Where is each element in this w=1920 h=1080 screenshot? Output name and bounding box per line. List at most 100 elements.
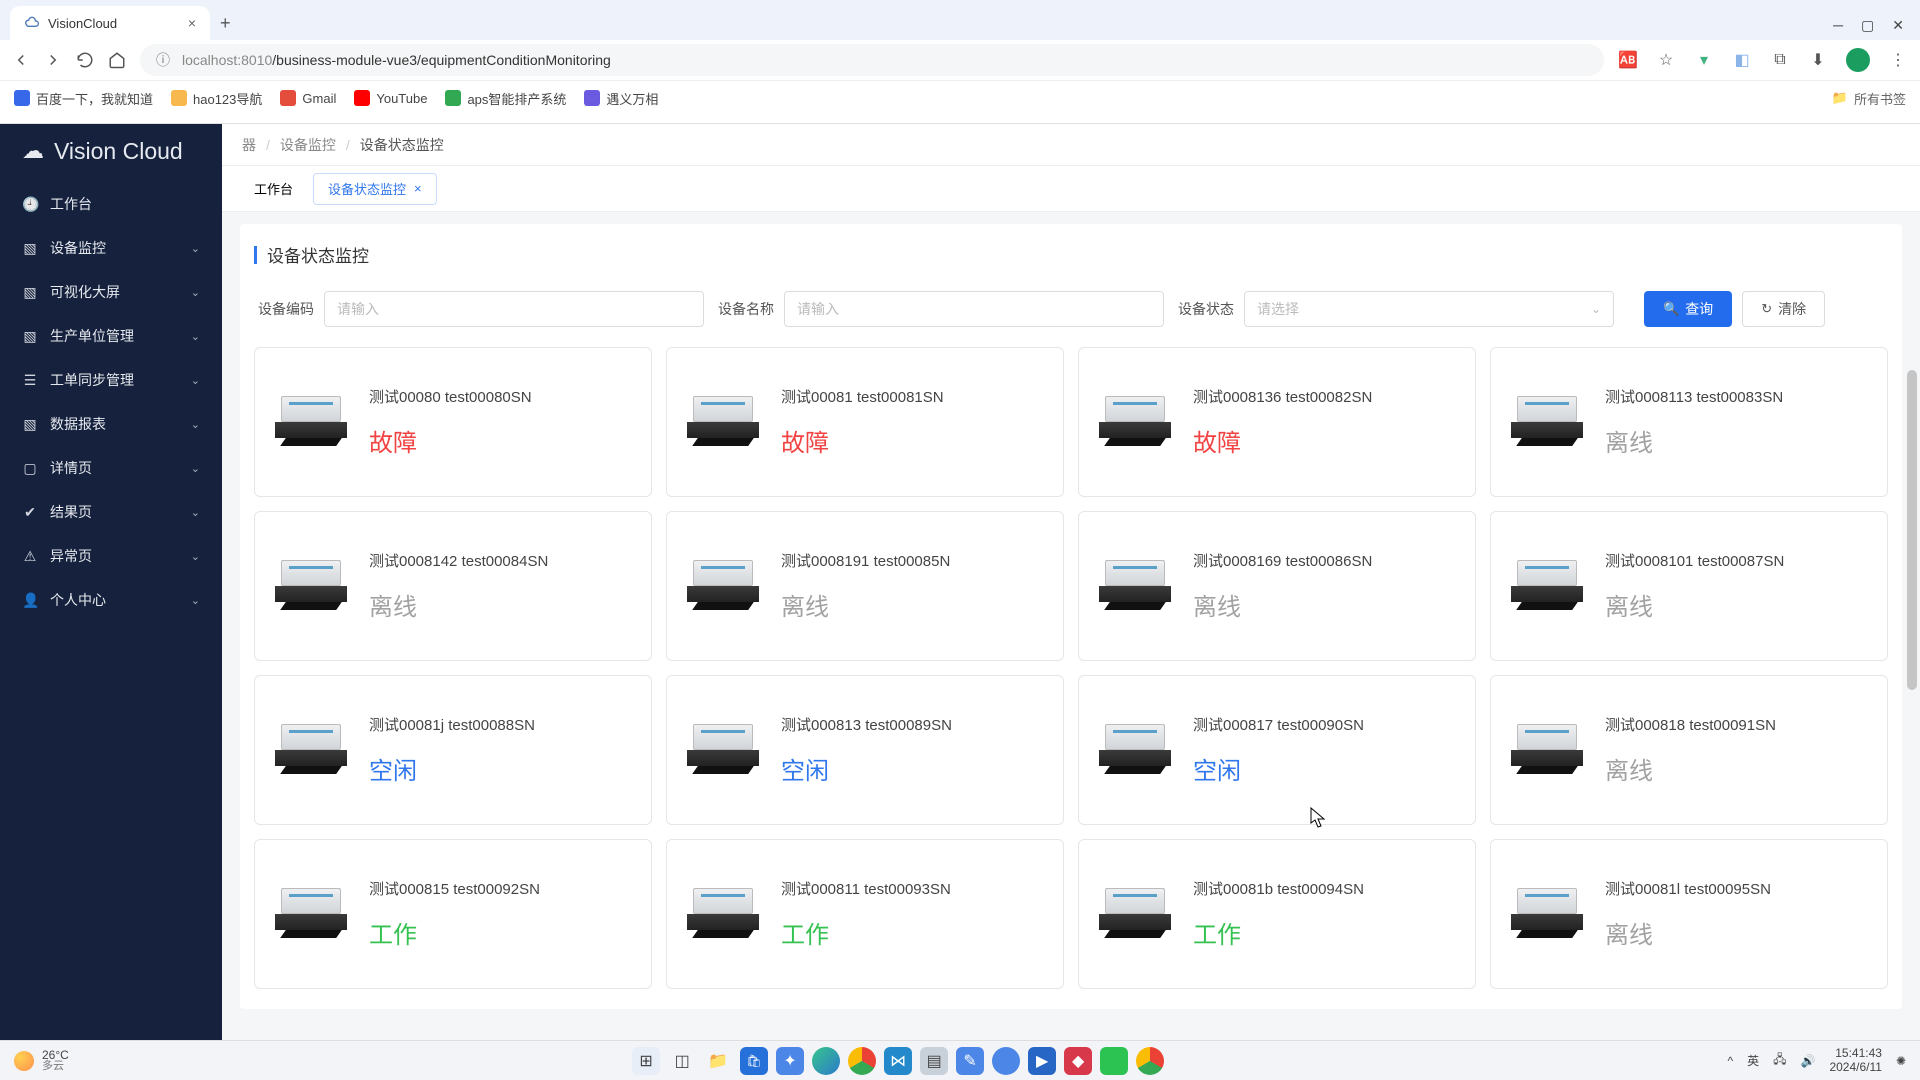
profile-avatar[interactable] <box>1846 48 1870 72</box>
site-info-icon[interactable]: ⓘ <box>154 51 172 69</box>
device-card[interactable]: 测试0008169 test00086SN 离线 <box>1078 511 1476 661</box>
breadcrumb-item[interactable]: 器 <box>242 135 256 155</box>
chrome2-icon[interactable] <box>1136 1047 1164 1075</box>
window-maximize-icon[interactable]: ▢ <box>1861 17 1874 34</box>
app5-icon[interactable]: ◆ <box>1064 1047 1092 1075</box>
tray-chevron-icon[interactable]: ^ <box>1727 1054 1733 1068</box>
device-card[interactable]: 测试00081b test00094SN 工作 <box>1078 839 1476 989</box>
store-icon[interactable]: 🛍 <box>740 1047 768 1075</box>
sidebar-item-label: 生产单位管理 <box>50 326 134 346</box>
bookmark-aps[interactable]: aps智能排产系统 <box>445 89 566 108</box>
taskbar-apps: ⊞ ◫ 📁 🛍 ✦ ⋈ ▤ ✎ ▶ ◆ <box>69 1047 1728 1075</box>
sidebar-item[interactable]: 👤 个人中心 ⌄ <box>0 578 222 622</box>
forward-icon[interactable] <box>44 51 62 69</box>
device-card[interactable]: 测试0008136 test00082SN 故障 <box>1078 347 1476 497</box>
main-panel: 设备状态监控 设备编码 设备名称 设备状态 请选择 ⌄ 🔍 查询 <box>240 224 1902 1009</box>
sidebar-item[interactable]: 🕘 工作台 <box>0 182 222 226</box>
device-card[interactable]: 测试00080 test00080SN 故障 <box>254 347 652 497</box>
sidebar-item-label: 数据报表 <box>50 414 106 434</box>
app2-icon[interactable]: ✎ <box>956 1047 984 1075</box>
device-card[interactable]: 测试000811 test00093SN 工作 <box>666 839 1064 989</box>
search-icon: 🔍 <box>1663 301 1679 317</box>
query-button[interactable]: 🔍 查询 <box>1644 291 1732 327</box>
device-card[interactable]: 测试000817 test00090SN 空闲 <box>1078 675 1476 825</box>
device-status-select[interactable]: 请选择 ⌄ <box>1244 291 1614 327</box>
sidebar-item[interactable]: ✔ 结果页 ⌄ <box>0 490 222 534</box>
device-card[interactable]: 测试0008191 test00085N 离线 <box>666 511 1064 661</box>
reload-icon[interactable] <box>76 51 94 69</box>
taskview-icon[interactable]: ◫ <box>668 1047 696 1075</box>
scrollbar-thumb[interactable] <box>1907 370 1917 690</box>
device-card[interactable]: 测试000818 test00091SN 离线 <box>1490 675 1888 825</box>
notifications-icon[interactable]: ✺ <box>1896 1054 1906 1068</box>
window-minimize-icon[interactable]: ─ <box>1833 17 1843 34</box>
all-bookmarks-button[interactable]: 📁所有书签 <box>1832 89 1906 108</box>
new-tab-button[interactable]: + <box>210 6 241 40</box>
chrome-icon[interactable] <box>848 1047 876 1075</box>
close-icon[interactable]: × <box>188 15 196 31</box>
sidebar-item[interactable]: ☰ 工单同步管理 ⌄ <box>0 358 222 402</box>
start-icon[interactable]: ⊞ <box>632 1047 660 1075</box>
device-card[interactable]: 测试0008142 test00084SN 离线 <box>254 511 652 661</box>
breadcrumb-item[interactable]: 设备监控 <box>280 135 336 155</box>
browser-chrome: VisionCloud × + ─ ▢ ✕ ⓘ localhost:8010/b… <box>0 0 1920 124</box>
device-card[interactable]: 测试00081l test00095SN 离线 <box>1490 839 1888 989</box>
app3-icon[interactable] <box>992 1047 1020 1075</box>
taskbar-weather[interactable]: 26°C 多云 <box>14 1049 69 1072</box>
tab-device-status[interactable]: 设备状态监控 × <box>313 173 437 205</box>
menu-icon[interactable]: ⋮ <box>1888 50 1908 70</box>
scrollbar[interactable] <box>1906 370 1918 1030</box>
bookmark-baidu[interactable]: 百度一下，我就知道 <box>14 89 153 108</box>
sidebar-item[interactable]: ▧ 生产单位管理 ⌄ <box>0 314 222 358</box>
device-card[interactable]: 测试00081j test00088SN 空闲 <box>254 675 652 825</box>
close-icon[interactable]: × <box>414 181 422 196</box>
edge-icon[interactable] <box>812 1047 840 1075</box>
bookmark-star-icon[interactable]: ☆ <box>1656 50 1676 70</box>
sidebar-item[interactable]: ▢ 详情页 ⌄ <box>0 446 222 490</box>
sidebar-item[interactable]: ▧ 可视化大屏 ⌄ <box>0 270 222 314</box>
browser-tab-title: VisionCloud <box>48 16 117 31</box>
home-icon[interactable] <box>108 51 126 69</box>
bookmark-youtube[interactable]: YouTube <box>354 90 427 106</box>
device-card[interactable]: 测试0008113 test00083SN 离线 <box>1490 347 1888 497</box>
device-status: 故障 <box>369 423 532 458</box>
extension-icon[interactable]: ◧ <box>1732 50 1752 70</box>
sidebar-item[interactable]: ▧ 设备监控 ⌄ <box>0 226 222 270</box>
bookmark-gmail[interactable]: Gmail <box>280 90 336 106</box>
taskbar-date: 2024/6/11 <box>1829 1061 1882 1074</box>
translate-icon[interactable]: 🆎 <box>1618 50 1638 70</box>
vscode-icon[interactable]: ⋈ <box>884 1047 912 1075</box>
sidebar-item[interactable]: ⚠ 异常页 ⌄ <box>0 534 222 578</box>
browser-tab[interactable]: VisionCloud × <box>10 6 210 40</box>
taskbar-clock[interactable]: 15:41:43 2024/6/11 <box>1829 1047 1882 1073</box>
select-placeholder: 请选择 <box>1257 299 1299 319</box>
tab-workbench[interactable]: 工作台 <box>240 173 307 205</box>
device-card[interactable]: 测试000813 test00089SN 空闲 <box>666 675 1064 825</box>
explorer-icon[interactable]: 📁 <box>704 1047 732 1075</box>
device-image <box>275 392 347 452</box>
app4-icon[interactable]: ▶ <box>1028 1047 1056 1075</box>
ime-indicator[interactable]: 英 <box>1747 1052 1759 1069</box>
window-close-icon[interactable]: ✕ <box>1892 17 1904 34</box>
device-card[interactable]: 测试00081 test00081SN 故障 <box>666 347 1064 497</box>
device-code-input[interactable] <box>324 291 704 327</box>
sidebar-item[interactable]: ▧ 数据报表 ⌄ <box>0 402 222 446</box>
app-logo[interactable]: ☁ Vision Cloud <box>0 124 222 178</box>
bookmark-hao123[interactable]: hao123导航 <box>171 89 262 108</box>
url-input[interactable]: ⓘ localhost:8010/business-module-vue3/eq… <box>140 44 1604 76</box>
back-icon[interactable] <box>12 51 30 69</box>
device-card[interactable]: 测试000815 test00092SN 工作 <box>254 839 652 989</box>
network-icon[interactable]: 🖧 <box>1773 1050 1786 1071</box>
extensions-icon[interactable]: ⧉ <box>1770 50 1790 70</box>
app-icon[interactable]: ✦ <box>776 1047 804 1075</box>
download-icon[interactable]: ⬇ <box>1808 50 1828 70</box>
device-name-input[interactable] <box>784 291 1164 327</box>
device-card[interactable]: 测试0008101 test00087SN 离线 <box>1490 511 1888 661</box>
clear-button[interactable]: ↻ 清除 <box>1742 291 1825 327</box>
menu-icon: ✔ <box>22 504 38 521</box>
bookmark-tongyi[interactable]: 遇义万相 <box>584 89 658 108</box>
calculator-icon[interactable]: ▤ <box>920 1047 948 1075</box>
volume-icon[interactable]: 🔊 <box>1800 1054 1815 1068</box>
vue-icon[interactable]: ▾ <box>1694 50 1714 70</box>
wechat-icon[interactable] <box>1100 1047 1128 1075</box>
